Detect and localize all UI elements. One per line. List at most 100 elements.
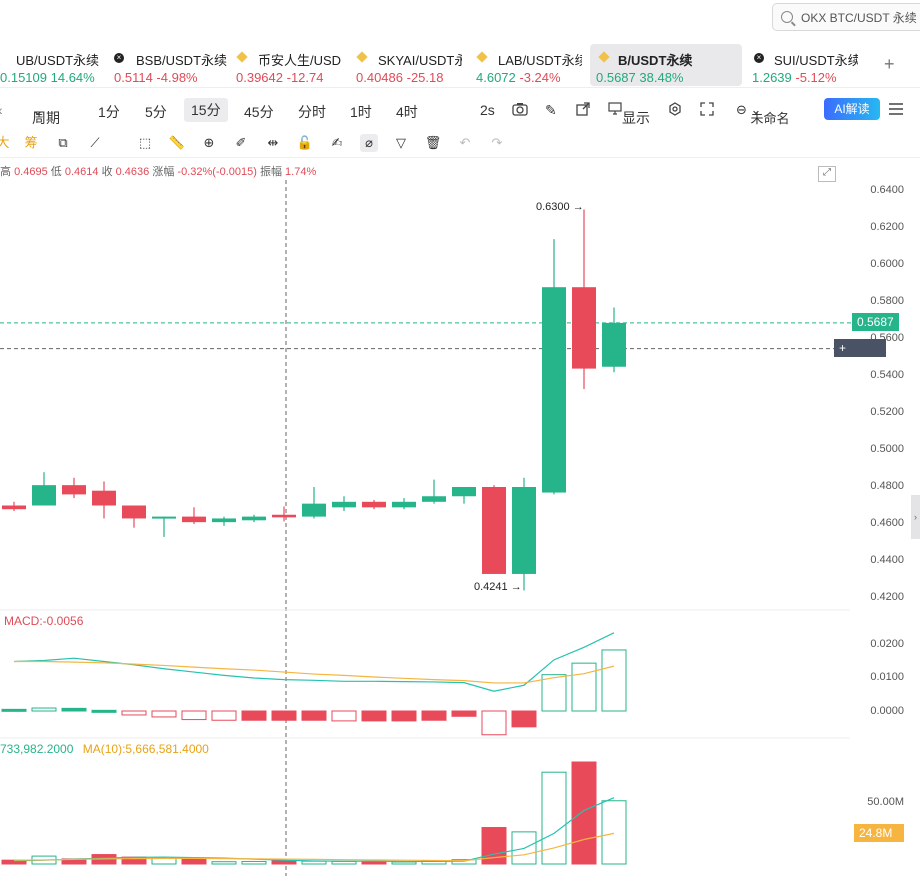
edit-doc-icon[interactable]: ✍ (328, 134, 346, 152)
ticker-tab[interactable]: SKYAI/USDT永 0.40486 -25.18 (356, 44, 462, 86)
period-bar: ‹ 周期 ⌄ 1分 5分 15分 45分 分时 1时 4时 2s ✎ 显示 ⊖ … (0, 96, 920, 126)
tab-price-change: 4.6072 -3.24% (476, 70, 561, 85)
macd-bar (91, 709, 117, 713)
macd-bar (571, 662, 597, 712)
volume-current-tag: 24.8M (854, 824, 904, 842)
side-panel-toggle[interactable]: › (911, 495, 920, 539)
current-price-tag: 0.5687 (852, 313, 899, 331)
search-text: OKX BTC/USDT 永续 (801, 10, 917, 25)
tab-price-change: 1.2639 -5.12% (752, 70, 837, 85)
tab-name: UB/USDT永续 (16, 53, 100, 68)
tab-price-change: 0.39642 -12.74 (236, 70, 324, 85)
bnb-icon (356, 51, 368, 63)
volume-bar (571, 761, 597, 865)
fib-tool-icon[interactable]: ⬚ (136, 134, 154, 152)
search-icon (781, 11, 793, 23)
macd-bar (61, 707, 87, 712)
macd-bar (541, 674, 567, 712)
macd-bar (601, 649, 627, 712)
candle-body (332, 501, 356, 508)
macd-bar (121, 710, 147, 716)
redo-icon[interactable]: ↷ (488, 134, 506, 152)
period-1m[interactable]: 1分 (98, 102, 120, 122)
ai-analysis-button[interactable]: AI解读 (824, 98, 880, 120)
x-circle-icon: × (114, 53, 124, 63)
candle-body (392, 501, 416, 508)
ticker-tab[interactable]: 币安人生/USD 0.39642 -12.74 (236, 44, 346, 86)
menu-icon[interactable] (888, 102, 904, 119)
settings-icon[interactable] (668, 102, 682, 119)
filter-icon[interactable]: ▽ (392, 134, 410, 152)
tab-name: LAB/USDT永续 (498, 53, 582, 68)
chart-canvas[interactable] (0, 180, 920, 876)
ruler-icon[interactable]: 📏 (168, 134, 186, 152)
magnet-icon[interactable]: ⌀ (360, 134, 378, 152)
measure-icon[interactable]: ⇹ (264, 134, 282, 152)
macd-axis-label: 0.0200 (870, 638, 904, 650)
macd-bar (271, 710, 297, 721)
symbol-search-input[interactable]: OKX BTC/USDT 永续 (772, 3, 920, 31)
low-marker: 0.4241 → (474, 581, 522, 593)
period-1h[interactable]: 1时 (350, 102, 372, 122)
candle-body (152, 516, 176, 519)
ticker-tabs: UB/USDT永续 0.15109 14.64% × BSB/USDT永续 0.… (0, 42, 920, 88)
ticker-tab[interactable]: × BSB/USDT永续 0.5114 -4.98% (114, 44, 227, 86)
ticker-tab[interactable]: × SUI/USDT永续 1.2639 -5.12% (752, 44, 858, 86)
chips-tool-icon[interactable]: 筹 (22, 134, 40, 152)
brush-icon[interactable]: ✐ (232, 134, 250, 152)
candle-body (302, 503, 326, 517)
macd-bar (451, 710, 477, 717)
period-5m[interactable]: 5分 (145, 102, 167, 122)
zoom-in-icon[interactable]: ⊕ (200, 134, 218, 152)
tab-price-change: 0.5114 -4.98% (114, 70, 198, 85)
add-tab-button[interactable]: + (884, 54, 895, 75)
candle-tool-icon[interactable]: 大 (0, 134, 12, 152)
period-4h[interactable]: 4时 (396, 102, 418, 122)
bnb-icon (236, 51, 248, 63)
bnb-icon (476, 51, 488, 63)
lock-icon[interactable]: 🔓 (296, 134, 314, 152)
ticker-tab-active[interactable]: B/USDT永续 0.5687 38.48% (590, 44, 742, 86)
period-timeline[interactable]: 分时 (298, 102, 326, 122)
macd-bar (211, 710, 237, 721)
candle-body (122, 505, 146, 519)
candle-body (572, 287, 596, 369)
display-button[interactable]: 显示 (608, 102, 650, 126)
ticker-tab[interactable]: UB/USDT永续 0.15109 14.64% (0, 44, 104, 86)
candle-body (452, 487, 476, 497)
fullscreen-icon[interactable] (700, 102, 714, 119)
ticker-tab[interactable]: LAB/USDT永续 4.6072 -3.24% (476, 44, 582, 86)
trash-icon[interactable]: 🗑 (424, 134, 442, 152)
refresh-interval[interactable]: 2s (480, 102, 495, 118)
candle-body (542, 287, 566, 493)
macd-axis-label: 0.0000 (870, 705, 904, 717)
period-menu-button[interactable]: 周期 ⌄ (32, 102, 60, 126)
candle-body (602, 322, 626, 367)
macd-bar (361, 710, 387, 722)
tab-name: SUI/USDT永续 (774, 53, 858, 68)
macd-axis-label: 0.0100 (870, 671, 904, 683)
pencil-icon[interactable]: ✎ (545, 102, 557, 119)
candle-body (422, 496, 446, 502)
candle-body (92, 490, 116, 506)
period-15m[interactable]: 15分 (184, 98, 228, 122)
macd-bar (331, 710, 357, 722)
ohlc-readout: 高 0.4695 低 0.4614 收 0.4636 涨幅 -0.32%(-0.… (0, 166, 317, 178)
macd-bar (481, 710, 507, 736)
undo-icon[interactable]: ↶ (456, 134, 474, 152)
volume-bar (301, 860, 327, 865)
layout-name-button[interactable]: ⊖ 未命名 ⌄ (736, 102, 790, 126)
macd-bar (511, 710, 537, 728)
trend-tool-icon[interactable]: ⧉ (54, 134, 72, 152)
camera-icon[interactable] (512, 102, 528, 119)
ray-tool-icon[interactable]: ⟋ (86, 134, 104, 152)
candle-body (62, 485, 86, 495)
chevron-left-icon[interactable]: ‹ (0, 102, 3, 118)
volume-bar (211, 861, 237, 865)
macd-bar (31, 707, 57, 712)
crosshair-price-tag: + 0.5548 (834, 339, 886, 373)
period-45m[interactable]: 45分 (244, 102, 274, 122)
share-icon[interactable] (576, 102, 590, 119)
macd-bar (151, 710, 177, 718)
tab-price-change: 0.15109 14.64% (0, 70, 95, 85)
